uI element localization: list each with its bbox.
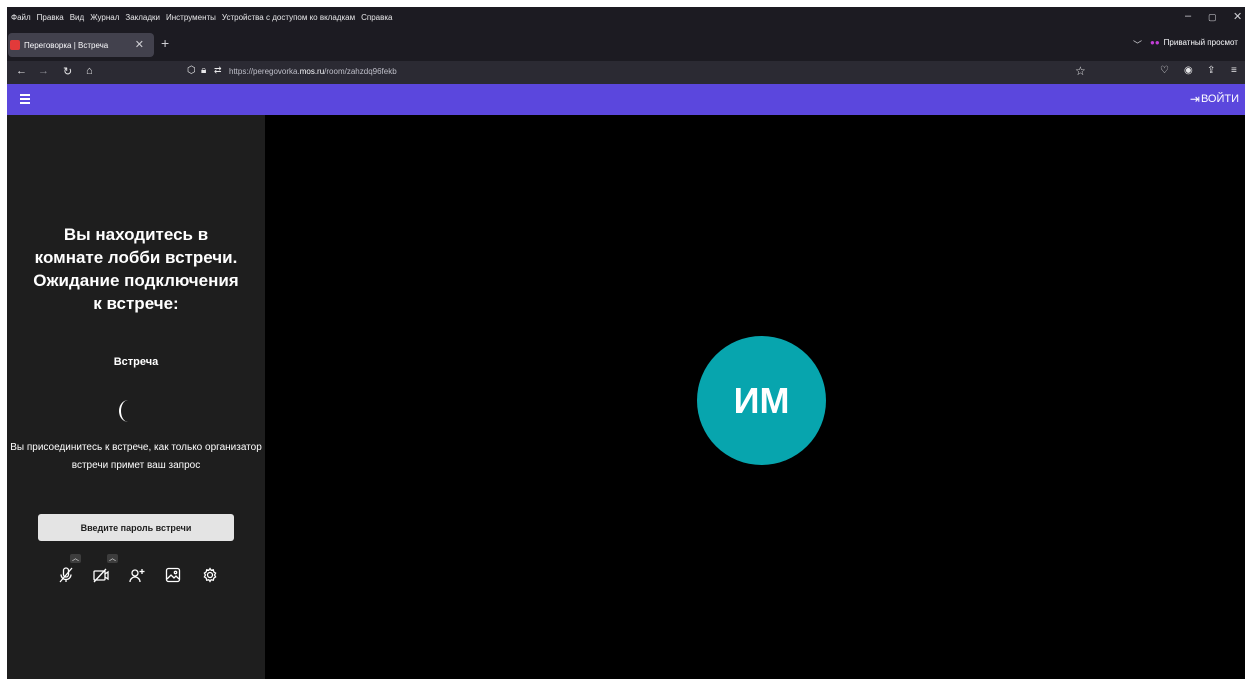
menu-view[interactable]: Вид [70, 13, 84, 22]
camera-options-caret-icon[interactable]: ︿ [107, 554, 118, 563]
private-label: Приватный просмот [1163, 38, 1238, 47]
lobby-panel: Вы находитесь в комнате лобби встречи. О… [7, 115, 265, 679]
loading-spinner [119, 400, 137, 422]
menu-synced-tabs[interactable]: Устройства с доступом ко вкладкам [222, 13, 355, 22]
permissions-icon[interactable]: ⇄ [214, 65, 222, 76]
app-header: ⇥ ВОЙТИ [7, 84, 1245, 115]
browser-window: Файл Правка Вид Журнал Закладки Инструме… [7, 7, 1245, 679]
navigation-bar: ← → ↻ ⌂ ⬡ 🔒︎ ⇄ https://peregovorka.mos.r… [7, 61, 1245, 84]
bookmark-star-icon[interactable]: ☆ [1075, 64, 1086, 78]
back-icon[interactable]: ← [16, 65, 27, 77]
extensions-icon[interactable]: ⇪ [1207, 65, 1215, 76]
private-mask-icon: ●● [1150, 38, 1160, 47]
app-menu-icon[interactable]: ≡ [1231, 65, 1237, 76]
forward-icon[interactable]: → [38, 65, 49, 77]
camera-off-icon[interactable] [92, 566, 110, 584]
enter-password-button[interactable]: Введите пароль встречи [38, 514, 234, 541]
lock-icon[interactable]: 🔒︎ [201, 65, 206, 76]
login-button[interactable]: ⇥ ВОЙТИ [1190, 92, 1239, 106]
background-image-icon[interactable] [164, 566, 182, 584]
mic-off-icon[interactable] [57, 566, 75, 584]
home-icon[interactable]: ⌂ [86, 65, 93, 77]
menu-icon[interactable] [20, 94, 30, 106]
new-tab-icon[interactable]: + [161, 35, 169, 51]
lobby-title: Вы находитесь в комнате лобби встречи. О… [33, 225, 239, 313]
menu-edit[interactable]: Правка [37, 13, 64, 22]
menu-tools[interactable]: Инструменты [166, 13, 216, 22]
minimize-icon[interactable]: – [1185, 10, 1191, 22]
reload-icon[interactable]: ↻ [63, 65, 72, 78]
menu-file[interactable]: Файл [11, 13, 31, 22]
menu-help[interactable]: Справка [361, 13, 392, 22]
account-icon[interactable]: ◉ [1184, 65, 1193, 76]
login-icon: ⇥ [1189, 92, 1200, 106]
tab-title: Переговорка | Встреча [24, 40, 109, 50]
address-bar[interactable]: ⬡ 🔒︎ ⇄ https://peregovorka.mos.ru/room/z… [182, 62, 1097, 82]
site-favicon-icon [10, 40, 20, 50]
chevron-down-icon[interactable]: ﹀ [1133, 38, 1142, 51]
participant-avatar: ИМ [697, 336, 826, 465]
menu-history[interactable]: Журнал [90, 13, 119, 22]
tab-meeting[interactable]: Переговорка | Встреча ✕ [8, 33, 154, 57]
tab-strip: Переговорка | Встреча ✕ + ﹀ ●● Приватный… [7, 27, 1245, 61]
restore-icon[interactable]: ▢ [1208, 12, 1217, 23]
invite-user-icon[interactable] [128, 566, 146, 584]
mic-options-caret-icon[interactable]: ︿ [70, 554, 81, 563]
url-text[interactable]: https://peregovorka.mos.ru/room/zahzdq96… [229, 67, 397, 76]
close-window-icon[interactable]: ✕ [1233, 10, 1242, 23]
menu-bar: Файл Правка Вид Журнал Закладки Инструме… [7, 7, 1245, 27]
pocket-icon[interactable]: ♡ [1160, 65, 1169, 76]
meeting-name: Встреча [113, 356, 159, 368]
private-browsing-indicator: ●● Приватный просмот [1150, 38, 1238, 47]
settings-gear-icon[interactable] [201, 566, 219, 584]
video-stage: ИМ [265, 115, 1245, 679]
shield-icon[interactable]: ⬡ [187, 65, 196, 76]
login-label: ВОЙТИ [1200, 93, 1239, 105]
tab-close-icon[interactable]: ✕ [135, 38, 144, 51]
join-info-text: Вы присоединитесь к встрече, как только … [10, 442, 262, 471]
menu-bookmarks[interactable]: Закладки [125, 13, 160, 22]
